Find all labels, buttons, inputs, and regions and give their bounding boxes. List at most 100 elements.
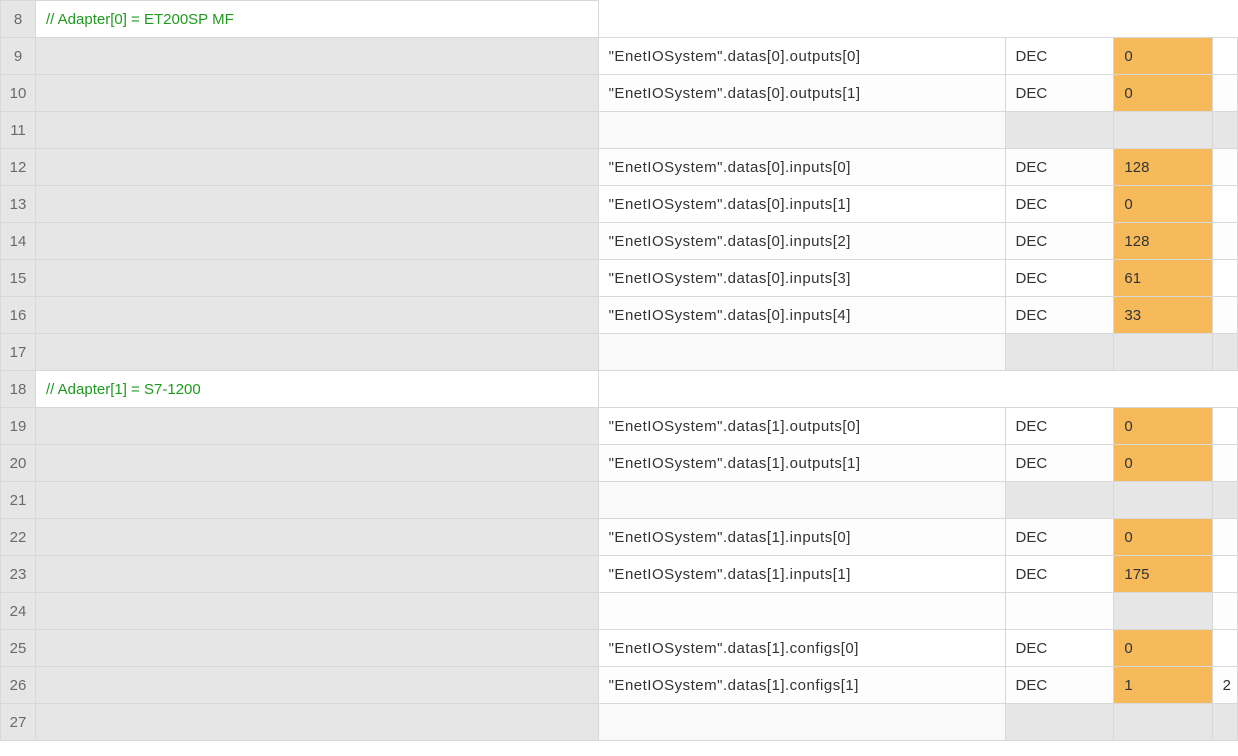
comment-text[interactable]: // Adapter[1] = S7-1200 [36,371,599,408]
table-row[interactable]: 13"EnetIOSystem".datas[0].inputs[1]DEC0 [1,186,1238,223]
tag-name-cell[interactable]: "EnetIOSystem".datas[1].inputs[0] [598,519,1005,556]
table-row[interactable]: 26"EnetIOSystem".datas[1].configs[1]DEC1… [1,667,1238,704]
table-row[interactable]: 27 [1,704,1238,741]
modify-value-cell[interactable] [1212,519,1237,556]
display-format-cell[interactable] [1005,593,1114,630]
display-format-cell[interactable]: DEC [1005,149,1114,186]
line-number: 19 [1,408,36,445]
line-number: 16 [1,297,36,334]
modify-value-cell[interactable] [1212,408,1237,445]
modify-value-cell[interactable] [1212,556,1237,593]
modify-value-cell[interactable] [1212,704,1237,741]
tag-name-cell[interactable]: "EnetIOSystem".datas[1].outputs[0] [598,408,1005,445]
monitor-value-cell: 0 [1114,38,1212,75]
table-row[interactable]: 12"EnetIOSystem".datas[0].inputs[0]DEC12… [1,149,1238,186]
monitor-value-cell: 128 [1114,149,1212,186]
table-row[interactable]: 24 [1,593,1238,630]
display-format-cell[interactable]: DEC [1005,408,1114,445]
display-format-cell[interactable] [1005,112,1114,149]
modify-value-cell[interactable]: 2 [1212,667,1237,704]
tag-name-cell[interactable] [598,704,1005,741]
modify-value-cell[interactable] [1212,630,1237,667]
display-format-cell[interactable] [1005,334,1114,371]
line-number: 27 [1,704,36,741]
display-format-cell[interactable]: DEC [1005,445,1114,482]
tag-name-cell[interactable]: "EnetIOSystem".datas[0].inputs[2] [598,223,1005,260]
table-row[interactable]: 9 "EnetIOSystem".datas[0].outputs[0]DEC0 [1,38,1238,75]
display-format-cell[interactable]: DEC [1005,223,1114,260]
line-number: 15 [1,260,36,297]
modify-value-cell[interactable] [1212,112,1237,149]
tag-name-cell[interactable] [598,334,1005,371]
modify-value-cell[interactable] [1212,334,1237,371]
display-format-cell[interactable]: DEC [1005,667,1114,704]
table-row[interactable]: 10"EnetIOSystem".datas[0].outputs[1]DEC0 [1,75,1238,112]
tag-name-cell[interactable] [598,112,1005,149]
table-row[interactable]: 23"EnetIOSystem".datas[1].inputs[1]DEC17… [1,556,1238,593]
display-format-cell[interactable]: DEC [1005,38,1114,75]
table-row[interactable]: 15"EnetIOSystem".datas[0].inputs[3]DEC61 [1,260,1238,297]
table-row[interactable]: 18// Adapter[1] = S7-1200 [1,371,1238,408]
table-row[interactable]: 14"EnetIOSystem".datas[0].inputs[2]DEC12… [1,223,1238,260]
modify-value-cell[interactable] [1212,149,1237,186]
modify-value-cell[interactable] [1212,75,1237,112]
table-row[interactable]: 11 [1,112,1238,149]
line-number: 23 [1,556,36,593]
line-number: 22 [1,519,36,556]
table-row[interactable]: 8// Adapter[0] = ET200SP MF [1,1,1238,38]
indent-spacer [36,667,599,704]
modify-value-cell[interactable] [1212,593,1237,630]
display-format-cell[interactable]: DEC [1005,556,1114,593]
line-number: 14 [1,223,36,260]
tag-name-cell[interactable]: "EnetIOSystem".datas[0].inputs[3] [598,260,1005,297]
table-row[interactable]: 20"EnetIOSystem".datas[1].outputs[1]DEC0 [1,445,1238,482]
display-format-cell[interactable]: DEC [1005,75,1114,112]
table-row[interactable]: 21 [1,482,1238,519]
indent-spacer [36,704,599,741]
tag-name-cell[interactable]: "EnetIOSystem".datas[0].inputs[1] [598,186,1005,223]
tag-name-cell[interactable]: "EnetIOSystem".datas[1].outputs[1] [598,445,1005,482]
indent-spacer [36,297,599,334]
modify-value-cell[interactable] [1212,482,1237,519]
monitor-value-cell [1114,334,1212,371]
display-format-cell[interactable]: DEC [1005,519,1114,556]
comment-text[interactable]: // Adapter[0] = ET200SP MF [36,1,599,38]
line-number: 25 [1,630,36,667]
monitor-value-cell [1114,704,1212,741]
monitor-value-cell [1114,593,1212,630]
tag-name-cell[interactable]: "EnetIOSystem".datas[0].outputs[1] [598,75,1005,112]
monitor-value-cell: 0 [1114,630,1212,667]
modify-value-cell[interactable] [1212,260,1237,297]
table-row[interactable]: 22"EnetIOSystem".datas[1].inputs[0]DEC0 [1,519,1238,556]
display-format-cell[interactable]: DEC [1005,297,1114,334]
display-format-cell[interactable]: DEC [1005,630,1114,667]
monitor-value-cell: 0 [1114,186,1212,223]
modify-value-cell[interactable] [1212,223,1237,260]
tag-name-cell[interactable]: "EnetIOSystem".datas[0].inputs[0] [598,149,1005,186]
display-format-cell[interactable] [1005,704,1114,741]
tag-name-cell[interactable]: "EnetIOSystem".datas[1].configs[0] [598,630,1005,667]
tag-name-cell[interactable]: "EnetIOSystem".datas[0].inputs[4] [598,297,1005,334]
modify-value-cell[interactable] [1212,297,1237,334]
modify-value-cell[interactable] [1212,445,1237,482]
tag-name-cell[interactable]: "EnetIOSystem".datas[1].inputs[1] [598,556,1005,593]
tag-name-cell[interactable] [598,593,1005,630]
line-number: 21 [1,482,36,519]
indent-spacer [36,260,599,297]
table-row[interactable]: 16"EnetIOSystem".datas[0].inputs[4]DEC33 [1,297,1238,334]
tag-name-cell[interactable]: "EnetIOSystem".datas[1].configs[1] [598,667,1005,704]
display-format-cell[interactable]: DEC [1005,186,1114,223]
modify-value-cell[interactable] [1212,186,1237,223]
line-number: 9 [1,38,36,75]
display-format-cell[interactable]: DEC [1005,260,1114,297]
display-format-cell[interactable] [1005,482,1114,519]
tag-name-cell[interactable] [598,482,1005,519]
tag-name-cell[interactable]: "EnetIOSystem".datas[0].outputs[0] [598,38,1005,75]
table-row[interactable]: 25 "EnetIOSystem".datas[1].configs[0]DEC0 [1,630,1238,667]
indent-spacer [36,149,599,186]
line-number: 11 [1,112,36,149]
table-row[interactable]: 19"EnetIOSystem".datas[1].outputs[0]DEC0 [1,408,1238,445]
table-row[interactable]: 17 [1,334,1238,371]
monitor-value-cell: 0 [1114,75,1212,112]
modify-value-cell[interactable] [1212,38,1237,75]
